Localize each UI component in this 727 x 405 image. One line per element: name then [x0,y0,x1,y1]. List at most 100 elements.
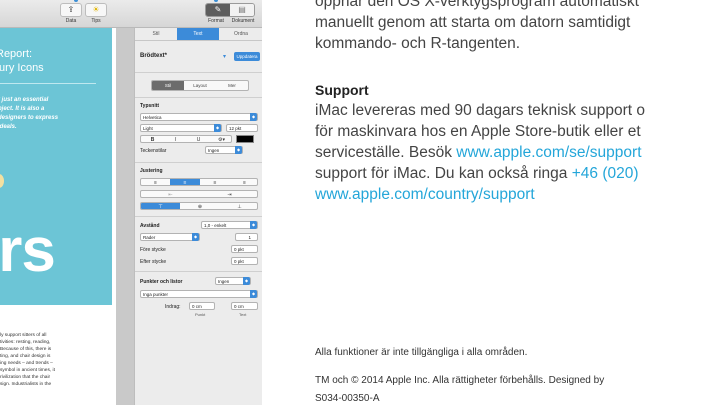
align-middle-icon[interactable]: ⊕ [180,203,220,209]
divider [135,97,262,98]
indent-label: Indrag: [165,304,181,310]
update-button[interactable]: Uppdatera [234,52,260,61]
align-bottom-icon[interactable]: ⊥ [220,203,257,209]
decorative-shape [0,174,4,188]
spacing-mode-value: Rader [143,235,156,240]
chevron-down-icon[interactable]: ▾ [223,53,226,60]
align-top-icon[interactable]: ⊤ [141,203,180,209]
spacing-lines-value: 1 [248,235,251,240]
text-indent-value: 0 cm [234,304,244,309]
toolbar: ⇪ Data ☀ Tips ✎ ▤ Format Dokument [0,0,262,28]
support-link[interactable]: www.apple.com/se/support [456,144,641,161]
before-paragraph-field[interactable]: 0 pkt [231,245,258,253]
bullets-select[interactable]: Ingen ◆ [215,277,251,285]
char-styles-select[interactable]: Ingen ◆ [205,146,243,154]
increase-indent-icon[interactable]: ⇥ [200,191,257,197]
chevron-down-icon: ◆ [235,146,242,154]
divider [135,271,262,272]
body-line: symbol in ancient times, it [0,368,55,373]
chevron-down-icon: ◆ [214,124,221,132]
title-line: Report: [0,48,33,60]
bullets-label[interactable]: Punkter och listor [140,279,183,285]
bullet-indent-field[interactable]: 0 cm [189,302,215,310]
text-options-button[interactable]: ⚙▾ [210,136,231,142]
font-family-select[interactable]: Helvetica ◆ [140,113,258,121]
document-canvas[interactable]: Report: tury Icons t just an essential b… [0,28,116,405]
bullet-indent-value: 0 cm [192,304,202,309]
vertical-align-buttons: ⊤ ⊕ ⊥ [140,202,258,210]
align-right-icon[interactable]: ≡ [200,179,230,185]
quote-line: bject. It is also a [0,106,45,112]
document-label: Dokument [231,18,255,24]
chevron-down-icon: ◆ [250,113,257,121]
align-left-icon[interactable]: ≡ [141,179,170,185]
font-size-field[interactable]: 12 pkt [226,124,258,132]
callout-dot [214,0,218,2]
canvas-gutter [116,28,134,405]
after-paragraph-label: Efter stycke [140,259,167,265]
bullets-value: Ingen [218,279,230,284]
tab-stil[interactable]: Stil [135,28,177,40]
divider [135,162,262,163]
data-icon[interactable]: ⇪ [60,3,82,17]
headline-word[interactable]: irs [0,220,56,282]
quote-line: designers to express [0,115,59,121]
align-center-icon[interactable]: ≡ [170,179,200,185]
align-justify-icon[interactable]: ≡ [230,179,257,185]
subtab-mer[interactable]: Mer [216,81,248,90]
tab-ordna[interactable]: Ordna [219,28,262,40]
font-section-label: Typsnitt [140,103,160,109]
bullet-type-value: Inga punkter [143,292,169,297]
spacing-mode-select[interactable]: Rader ◆ [140,233,200,241]
font-style-buttons: B I U ⚙▾ [140,135,232,143]
format-icon[interactable]: ✎ [206,4,230,16]
support-heading: Support [315,82,369,98]
subtab-stil[interactable]: Stil [152,81,184,90]
document-title[interactable]: Report: tury Icons [0,47,112,75]
italic-button[interactable]: I [164,136,187,142]
alignment-section-label: Justering [140,168,163,174]
support-phone[interactable]: +46 (020) [572,165,639,182]
body-line: ting, and chair design is [0,354,51,359]
decrease-indent-icon[interactable]: ⇤ [141,191,200,197]
inspector-tabs: Stil Text Ordna [135,28,262,41]
body-line: rivilization that the chair [0,375,51,380]
divider [0,83,96,84]
document-icon[interactable]: ▤ [230,4,254,16]
subtab-layout[interactable]: Layout [184,81,216,90]
pull-quote[interactable]: t just an essential bject. It is also a … [0,96,110,132]
underline-button[interactable]: U [187,136,210,142]
legal-code: S034-00350-A [315,393,380,404]
divider [135,72,262,73]
cover-block: Report: tury Icons t just an essential b… [0,28,112,305]
chevron-down-icon: ◆ [250,290,257,298]
inspector-toggle: ✎ ▤ [205,3,255,17]
legal-line: TM och © 2014 Apple Inc. Alla rättighete… [315,375,605,386]
support-line: support för iMac. Du kan också ringa +46… [315,163,639,184]
after-paragraph-field[interactable]: 0 pkt [231,257,258,265]
spacing-select[interactable]: 1,0 - enkelt ◆ [201,221,258,229]
callout-dot [74,0,78,2]
alignment-buttons: ≡ ≡ ≡ ≡ [140,178,258,186]
font-weight-select[interactable]: Light ◆ [140,124,222,132]
text-indent-field[interactable]: 0 cm [231,302,258,310]
text-color-swatch[interactable] [236,135,254,143]
tab-text[interactable]: Text [177,28,219,40]
spacing-label[interactable]: Avstånd [140,223,160,229]
body-line: Because of this, there is [0,347,52,352]
font-size-value: 12 pkt [229,126,242,131]
manual-page: öppnar den OS X-verktygsprogram automati… [315,0,727,405]
country-support-link[interactable]: www.apple.com/country/support [315,184,535,205]
font-weight-value: Light [143,126,153,131]
before-paragraph-value: 0 pkt [234,247,244,252]
tips-label: Tips [91,18,101,24]
bold-button[interactable]: B [141,136,164,142]
paragraph-style-name[interactable]: Brödtext* [140,53,167,59]
spacing-value: 1,0 - enkelt [204,223,227,228]
manual-line: öppnar den OS X-verktygsprogram automati… [315,0,639,10]
tips-icon[interactable]: ☀ [85,3,107,17]
quote-line: t just an essential [0,97,49,103]
spacing-lines-field[interactable]: 1 [235,233,258,241]
body-text[interactable]: ly support sitters of all tivities: rest… [0,332,110,388]
bullet-type-select[interactable]: Inga punkter ◆ [140,290,258,298]
